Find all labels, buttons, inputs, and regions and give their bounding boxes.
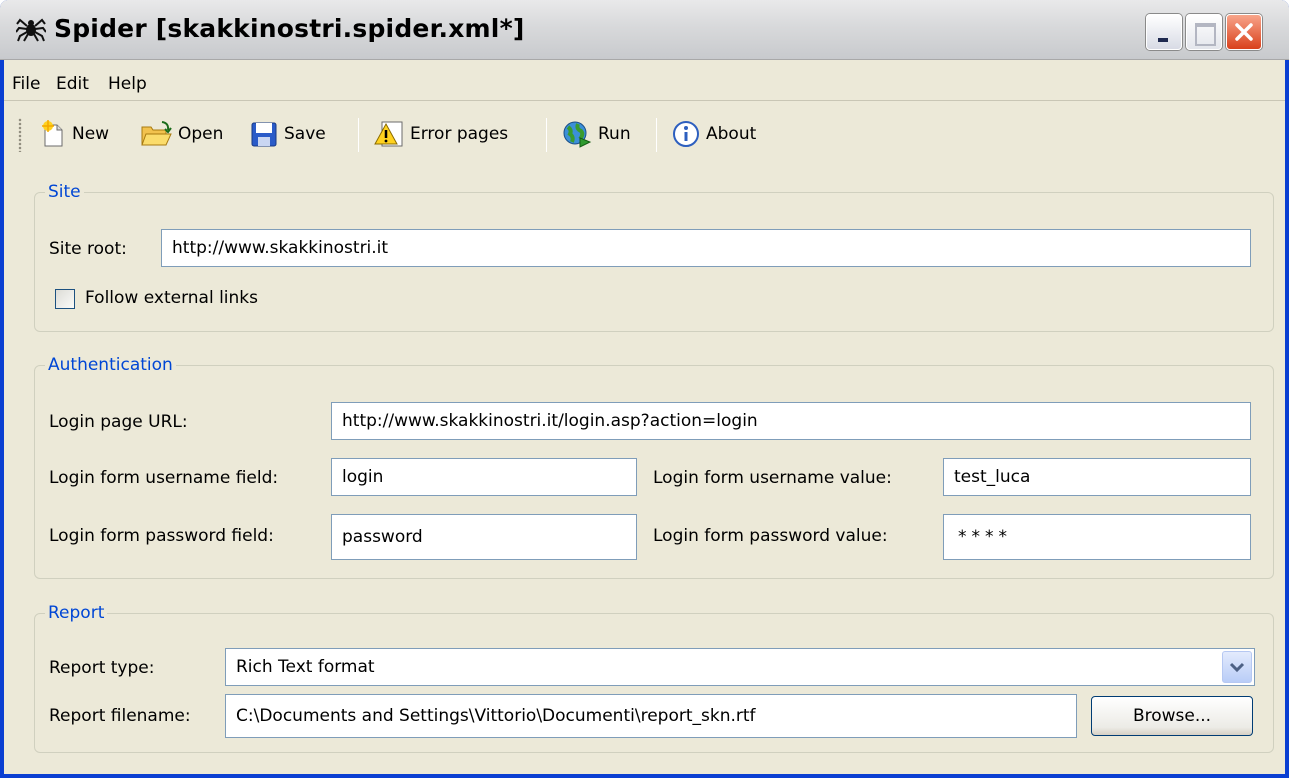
save-label: Save — [284, 124, 326, 144]
login-url-input[interactable]: http://www.skakkinostri.it/login.asp?act… — [331, 402, 1251, 440]
report-filename-input[interactable]: C:\Documents and Settings\Vittorio\Docum… — [225, 694, 1077, 738]
run-label: Run — [598, 124, 631, 144]
title-bar[interactable]: Spider [skakkinostri.spider.xml*] — [0, 0, 1289, 60]
save-button[interactable]: Save — [250, 118, 326, 150]
close-button[interactable] — [1226, 14, 1262, 50]
toolbar-separator — [656, 118, 657, 152]
password-value-input[interactable]: **** — [943, 514, 1251, 560]
chevron-down-icon — [1229, 662, 1245, 673]
maximize-button[interactable] — [1186, 14, 1222, 50]
report-type-value: Rich Text format — [236, 657, 375, 677]
window-title: Spider [skakkinostri.spider.xml*] — [54, 14, 525, 43]
report-type-dropdown-button[interactable] — [1222, 651, 1252, 683]
login-url-label: Login page URL: — [49, 412, 188, 432]
about-button[interactable]: About — [672, 118, 756, 150]
report-filename-label: Report filename: — [49, 706, 191, 726]
password-value-label: Login form password value: — [653, 526, 888, 546]
toolbar-grip[interactable] — [18, 118, 22, 152]
username-field-label: Login form username field: — [49, 468, 279, 488]
site-legend: Site — [45, 181, 84, 203]
site-group: Site Site root: http://www.skakkinostri.… — [34, 181, 1274, 332]
main-window: Spider [skakkinostri.spider.xml*] File E… — [0, 0, 1289, 778]
site-root-input[interactable]: http://www.skakkinostri.it — [161, 229, 1251, 267]
menu-file[interactable]: File — [12, 74, 40, 94]
menu-help[interactable]: Help — [108, 74, 147, 94]
toolbar: New Open Save Error pages Run About — [4, 102, 1285, 164]
new-document-icon — [42, 120, 63, 147]
follow-external-checkbox[interactable] — [55, 289, 75, 309]
new-label: New — [72, 124, 110, 144]
username-value-input[interactable]: test_luca — [943, 458, 1251, 496]
menu-bar: File Edit Help — [4, 61, 1285, 101]
site-root-label: Site root: — [49, 239, 127, 259]
report-type-select[interactable]: Rich Text format — [225, 648, 1255, 686]
error-pages-label: Error pages — [410, 124, 509, 144]
report-group: Report Report type: Rich Text format Rep… — [34, 602, 1274, 753]
save-disk-icon — [251, 122, 277, 147]
spider-icon — [16, 18, 46, 42]
open-button[interactable]: Open — [140, 118, 223, 150]
new-button[interactable]: New — [40, 118, 109, 150]
toolbar-separator — [546, 118, 547, 152]
browse-button[interactable]: Browse... — [1091, 696, 1253, 736]
info-icon — [673, 121, 699, 147]
run-button[interactable]: Run — [562, 118, 631, 150]
report-legend: Report — [45, 602, 108, 624]
follow-external-label: Follow external links — [85, 288, 259, 308]
minimize-button[interactable] — [1146, 14, 1182, 50]
toolbar-separator — [358, 118, 359, 152]
username-field-input[interactable]: login — [331, 458, 637, 496]
open-folder-icon — [141, 121, 172, 146]
menu-edit[interactable]: Edit — [56, 74, 89, 94]
password-field-label: Login form password field: — [49, 526, 274, 546]
username-value-label: Login form username value: — [653, 468, 892, 488]
authentication-legend: Authentication — [45, 354, 176, 376]
authentication-group: Authentication Login page URL: http://ww… — [34, 354, 1274, 579]
close-icon — [1235, 23, 1253, 41]
error-pages-button[interactable]: Error pages — [374, 118, 508, 150]
warning-icon — [374, 121, 403, 147]
report-type-label: Report type: — [49, 658, 155, 678]
about-label: About — [706, 124, 757, 144]
open-label: Open — [178, 124, 224, 144]
globe-run-icon — [563, 121, 592, 148]
password-field-input[interactable]: password — [331, 514, 637, 560]
